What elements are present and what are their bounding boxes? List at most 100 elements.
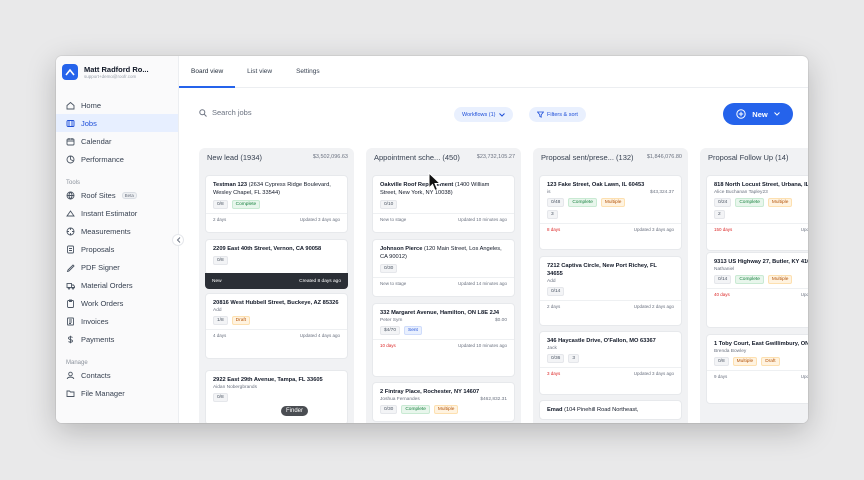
calendar-icon: [66, 137, 75, 145]
job-card[interactable]: 346 Haycastle Drive, O'Fallon, MO 63367 J…: [539, 331, 682, 395]
sidebar-item-label: Invoices: [81, 316, 109, 326]
job-card[interactable]: 2 Fintray Place, Rochester, NY 14607 Josh…: [372, 382, 515, 422]
job-card[interactable]: 2209 East 40th Street, Vernon, CA 90058 0…: [205, 239, 348, 275]
sidebar-item-proposals[interactable]: Proposals: [56, 240, 178, 258]
days-in-stage: 8 days: [547, 227, 561, 232]
status-tag: 0/30: [380, 405, 398, 414]
job-card[interactable]: 2922 East 29th Avenue, Tampa, FL 33605 Ai…: [205, 370, 348, 423]
job-card[interactable]: 123 Fake Street, Oak Lawn, IL 60453 is $43…: [539, 175, 682, 250]
view-tabs: Board view List view Settings: [179, 56, 808, 88]
new-job-button[interactable]: New: [723, 103, 793, 125]
sidebar-item-label: Calendar: [81, 136, 112, 146]
column-total: $3,502,096.63: [312, 154, 348, 160]
job-card[interactable]: 1 Toby Court, East Gwillimbury, ON L9N 1…: [706, 334, 808, 404]
sidebar-item-work-orders[interactable]: Work Orders: [56, 294, 178, 312]
nav-manage: Contacts File Manager: [56, 366, 178, 402]
job-contact-row: Nathaniel: [714, 267, 808, 272]
tag-row: 2: [714, 210, 808, 219]
tab-list-view[interactable]: List view: [235, 56, 284, 87]
updated-time: Updated 2 days ago: [633, 304, 674, 309]
account-email: support+demo@roofr.com: [84, 74, 137, 79]
status-tag: Multiple: [433, 405, 459, 414]
job-card[interactable]: Emad (104 Pinehill Road Northeast,: [539, 400, 682, 420]
status-tag: 0/8: [714, 357, 729, 366]
job-name: Testman 123: [213, 182, 248, 188]
chevron-down-icon: [773, 112, 780, 116]
sidebar: Matt Radford Ro... support+demo@roofr.co…: [56, 56, 179, 423]
chevron-down-icon: [498, 112, 505, 117]
status-tag: Multiple: [600, 198, 626, 207]
sidebar-item-invoices[interactable]: Invoices: [56, 312, 178, 330]
filters-sort-button[interactable]: Filters & sort: [529, 107, 586, 122]
card-footer: 2 days Updated 3 days ago: [206, 213, 347, 222]
job-title: 20816 West Hubbell Street, Buckeye, AZ 8…: [213, 299, 340, 307]
new-button-label: New: [752, 109, 768, 119]
days-in-stage: New to stage: [380, 217, 407, 222]
toolbar: Search jobs Workflows (1) Filters & sort…: [179, 102, 808, 125]
card-footer: 3 days Updated 3 days ago: [540, 367, 681, 376]
job-card[interactable]: 332 Margaret Avenue, Hamilton, ON L8E 2J…: [372, 303, 515, 377]
roofr-logo-icon: [62, 64, 78, 80]
column-total: $1,846,076.80: [646, 154, 682, 160]
job-title: Emad (104 Pinehill Road Northeast,: [547, 406, 674, 414]
dollar-icon: [68, 335, 73, 343]
job-card[interactable]: 20816 West Hubbell Street, Buckeye, AZ 8…: [205, 293, 348, 359]
sidebar-item-instant-estimator[interactable]: Instant Estimator: [56, 204, 178, 222]
job-card[interactable]: Johnson Pierce (120 Main Street, Los Ang…: [372, 239, 515, 297]
sidebar-item-home[interactable]: Home: [56, 96, 178, 114]
nav-tools: Roof Sites Beta Instant Estimator Measureme…: [56, 186, 178, 348]
job-card[interactable]: 9313 US Highway 27, Butler, KY 41006 Nath…: [706, 252, 808, 328]
sidebar-item-file-manager[interactable]: File Manager: [56, 384, 178, 402]
job-contact-row: Alice Buchanan Tapley23: [714, 190, 808, 195]
job-card[interactable]: Testman 123 (2634 Cypress Ridge Boulevar…: [205, 175, 348, 233]
kanban-column: Proposal Follow Up (14) 818 North Locust …: [700, 148, 808, 423]
sidebar-item-calendar[interactable]: Calendar: [56, 132, 178, 150]
job-card[interactable]: 7212 Captiva Circle, New Port Richey, FL…: [539, 256, 682, 326]
tag-row: 0/48 Complete Multiple: [547, 198, 674, 207]
sidebar-item-roof-sites[interactable]: Roof Sites Beta: [56, 186, 178, 204]
column-title: Proposal Follow Up (14): [708, 153, 789, 162]
sidebar-item-pdf-signer[interactable]: PDF Signer: [56, 258, 178, 276]
job-contact-row: Aidan Nobergbrands: [213, 385, 340, 390]
job-card[interactable]: 818 North Locust Street, Urbana, IL 4307…: [706, 175, 808, 251]
sidebar-item-label: Roof Sites: [81, 190, 116, 200]
nav-section-manage: Manage: [66, 360, 88, 366]
mouse-cursor-icon: [428, 172, 442, 192]
updated-time: Updated 4 days ago: [299, 333, 340, 338]
sidebar-item-measurements[interactable]: Measurements: [56, 222, 178, 240]
tag-row: $4/70 Sent: [380, 326, 507, 335]
job-title: 818 North Locust Street, Urbana, IL 4307…: [714, 181, 808, 189]
column-title: New lead (1934): [207, 153, 263, 162]
column-header: New lead (1934) $3,502,096.63: [207, 153, 348, 162]
sidebar-item-payments[interactable]: Payments: [56, 330, 178, 348]
job-name: 346 Haycastle Drive, O'Fallon, MO 63367: [547, 338, 656, 344]
plus-circle-icon: [736, 109, 746, 119]
status-tag: 0/36: [547, 354, 565, 363]
job-card[interactable]: Oakville Roof Replacement (1400 William …: [372, 175, 515, 233]
status-tag: Complete: [401, 405, 430, 414]
card-footer: New to stage Updated 10 minutes ago: [373, 213, 514, 222]
status-tag: 1/8: [213, 316, 228, 325]
workflows-dropdown[interactable]: Workflows (1): [454, 107, 513, 122]
collapse-sidebar-button[interactable]: [172, 234, 184, 246]
updated-time: Updated 3 days ago: [633, 227, 674, 232]
sidebar-item-performance[interactable]: Performance: [56, 150, 178, 168]
estimator-icon: [66, 209, 75, 216]
job-name: 1 Toby Court, East Gwillimbury, ON L9N 1…: [714, 341, 808, 347]
sidebar-item-jobs[interactable]: Jobs: [56, 114, 178, 132]
tab-settings[interactable]: Settings: [284, 56, 332, 87]
sidebar-item-material-orders[interactable]: Material Orders: [56, 276, 178, 294]
contacts-icon: [66, 371, 75, 379]
search-placeholder: Search jobs: [212, 108, 252, 117]
clipboard-icon: [67, 299, 74, 308]
job-contact-row: is $43,324.37: [547, 190, 674, 195]
tab-board-view[interactable]: Board view: [179, 56, 236, 88]
home-icon: [66, 101, 75, 109]
updated-time: Updated 3 days ago: [800, 374, 808, 379]
search-input[interactable]: Search jobs: [199, 108, 252, 117]
card-footer: 8 days Updated 3 days ago: [540, 223, 681, 232]
days-in-stage: 2 days: [547, 304, 561, 309]
job-contact: Joshua Fernandes: [380, 397, 420, 402]
sidebar-item-contacts[interactable]: Contacts: [56, 366, 178, 384]
account-switcher[interactable]: Matt Radford Ro... support+demo@roofr.co…: [56, 56, 178, 88]
